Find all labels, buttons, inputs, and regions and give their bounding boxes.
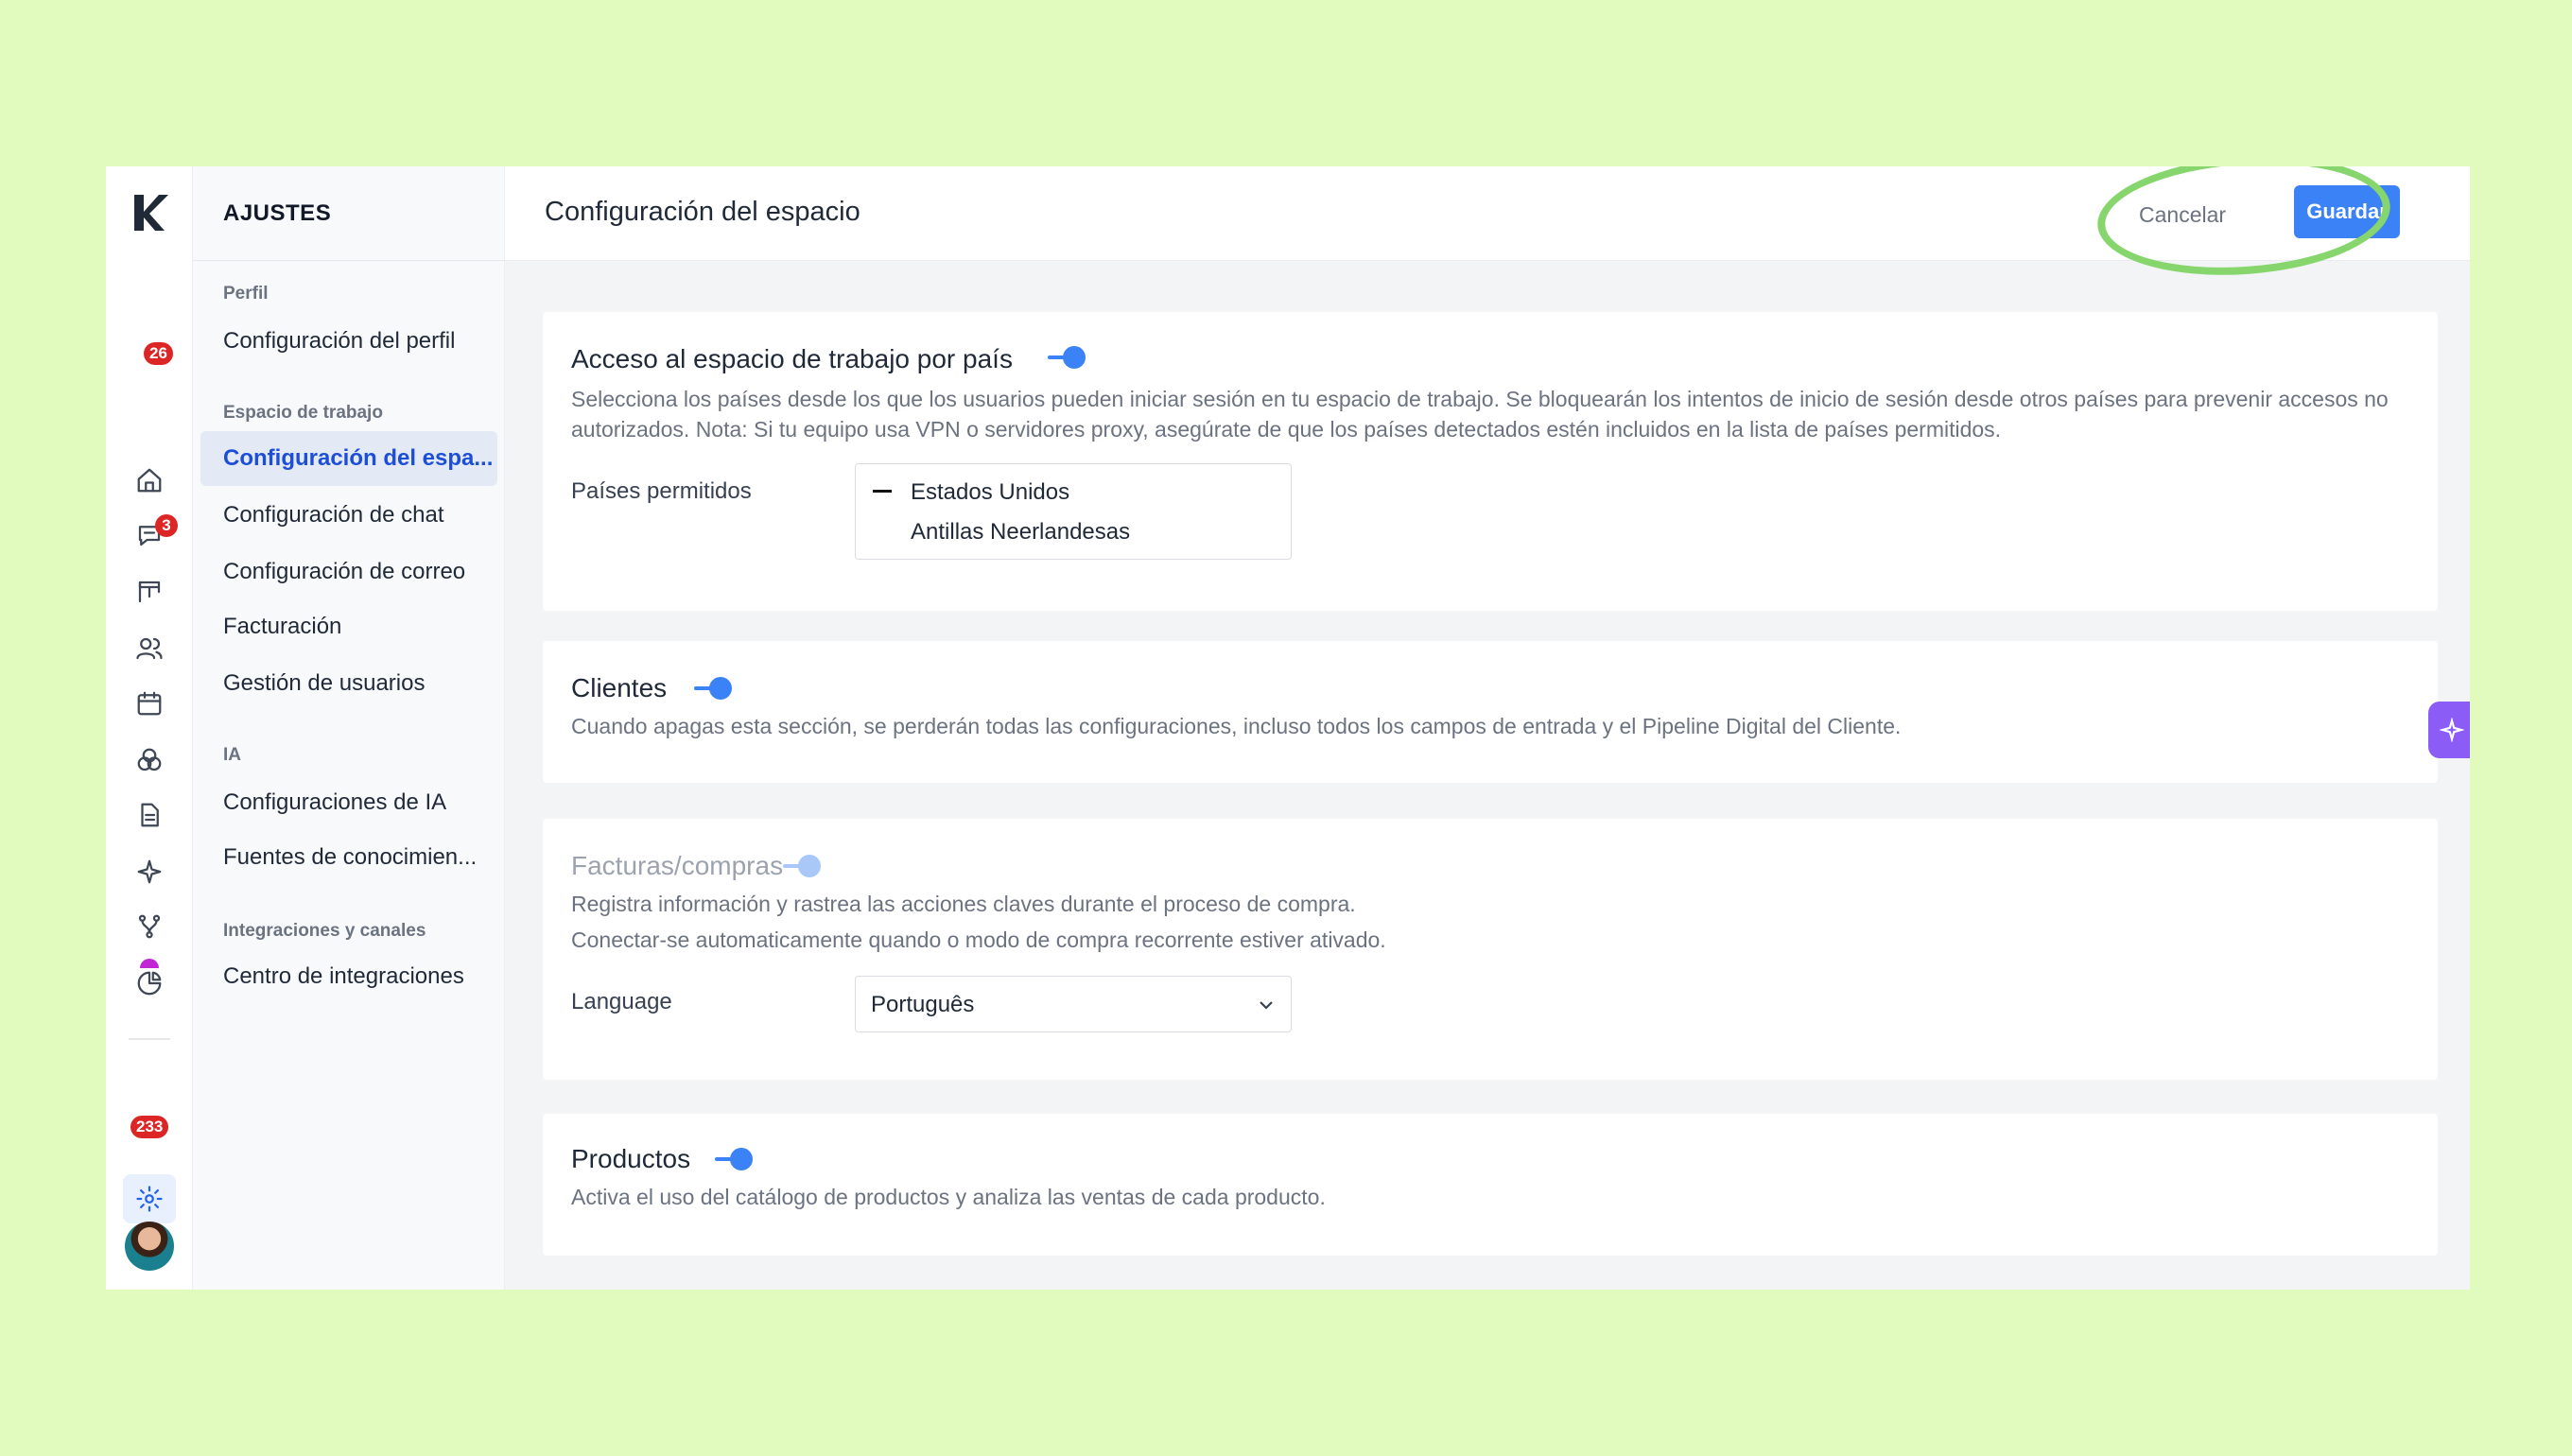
cancel-button[interactable]: Cancelar: [2133, 193, 2232, 236]
clients-title: Clientes: [571, 673, 668, 702]
nav-group-profile: Perfil: [223, 284, 269, 303]
rail-divider: [129, 1038, 170, 1040]
kanban-icon[interactable]: [123, 567, 176, 616]
nav-item-ai-settings[interactable]: Configuraciones de IA: [200, 775, 497, 830]
page-title: Configuración del espacio: [545, 197, 860, 227]
invoices-card: Facturas/compras Registra información y …: [543, 819, 2438, 1080]
notifications-badge: 233: [130, 1116, 169, 1138]
invoices-toggle[interactable]: [783, 855, 821, 877]
language-select[interactable]: Português: [855, 976, 1292, 1032]
invoices-description: Registra información y rastrea las accio…: [571, 892, 1356, 916]
minus-icon[interactable]: [873, 490, 892, 493]
products-toggle[interactable]: [715, 1148, 753, 1170]
icon-rail: 26 3 233: [106, 166, 193, 1290]
nav-item-workspace-settings[interactable]: Configuración del espa...: [200, 431, 497, 486]
country-item: Estados Unidos: [911, 479, 1070, 505]
ai-assistant-button[interactable]: [2428, 702, 2470, 758]
country-access-toggle[interactable]: [1048, 346, 1086, 369]
workflow-icon[interactable]: [123, 902, 176, 951]
allowed-countries-list[interactable]: Estados Unidos Antillas Neerlandesas: [855, 463, 1292, 560]
contacts-icon[interactable]: [123, 624, 176, 673]
settings-gear-icon[interactable]: [123, 1174, 176, 1223]
language-label: Language: [571, 989, 672, 1014]
nav-item-profile-settings[interactable]: Configuración del perfil: [200, 314, 497, 369]
nav-item-email-settings[interactable]: Configuración de correo: [200, 545, 497, 599]
notifications-bell-icon[interactable]: [123, 1286, 176, 1290]
chat-badge: 26: [144, 342, 173, 365]
invoices-title: Facturas/compras: [571, 851, 784, 880]
nav-item-user-management[interactable]: Gestión de usuarios: [200, 656, 497, 711]
nav-item-billing[interactable]: Facturación: [200, 599, 497, 654]
language-select-value: Português: [871, 992, 975, 1017]
user-avatar[interactable]: [125, 1222, 174, 1271]
clients-card: Clientes Cuando apagas esta sección, se …: [543, 641, 2438, 783]
sparkles-icon[interactable]: [123, 847, 176, 896]
country-access-card: Acceso al espacio de trabajo por país Se…: [543, 312, 2438, 611]
products-title: Productos: [571, 1144, 691, 1173]
brand-logo[interactable]: [130, 191, 168, 233]
app-window: 26 3 233 AJUSTES Perfil Configuración de…: [106, 166, 2470, 1290]
nav-group-ai: IA: [223, 745, 241, 765]
chevron-down-icon: [1260, 1001, 1273, 1010]
top-bar: Configuración del espacio Cancelar Guard…: [505, 166, 2470, 285]
calendar-icon[interactable]: [123, 679, 176, 728]
home-icon[interactable]: [123, 456, 176, 505]
nav-group-workspace: Espacio de trabajo: [223, 403, 383, 423]
country-access-title: Acceso al espacio de trabajo por país: [571, 344, 1013, 373]
clients-description: Cuando apagas esta sección, se perderán …: [571, 714, 1902, 738]
settings-header-label: AJUSTES: [223, 200, 332, 226]
calendar-badge: 3: [155, 514, 178, 537]
country-access-description: Selecciona los países desde los que los …: [571, 387, 2389, 442]
settings-sidebar: AJUSTES Perfil Configuración del perfil …: [193, 166, 505, 1290]
sparkle-icon: [2440, 718, 2464, 742]
clients-toggle[interactable]: [694, 677, 732, 700]
save-button[interactable]: Guardar: [2294, 185, 2400, 238]
segments-icon[interactable]: [123, 736, 176, 785]
products-description: Activa el uso del catálogo de productos …: [571, 1185, 1326, 1209]
nav-item-knowledge-sources[interactable]: Fuentes de conocimien...: [200, 830, 497, 885]
nav-group-integrations: Integraciones y canales: [223, 921, 426, 941]
allowed-countries-label: Países permitidos: [571, 478, 752, 504]
main-content: Configuración del espacio Cancelar Guard…: [505, 166, 2470, 1290]
nav-item-chat-settings[interactable]: Configuración de chat: [200, 488, 497, 543]
nav-item-integrations-center[interactable]: Centro de integraciones: [200, 949, 497, 1004]
country-item: Antillas Neerlandesas: [911, 519, 1131, 545]
invoices-description-secondary: Conectar-se automaticamente quando o mod…: [571, 927, 1386, 952]
document-icon[interactable]: [123, 790, 176, 840]
products-card: Productos Activa el uso del catálogo de …: [543, 1114, 2438, 1256]
settings-header: AJUSTES: [193, 166, 505, 261]
